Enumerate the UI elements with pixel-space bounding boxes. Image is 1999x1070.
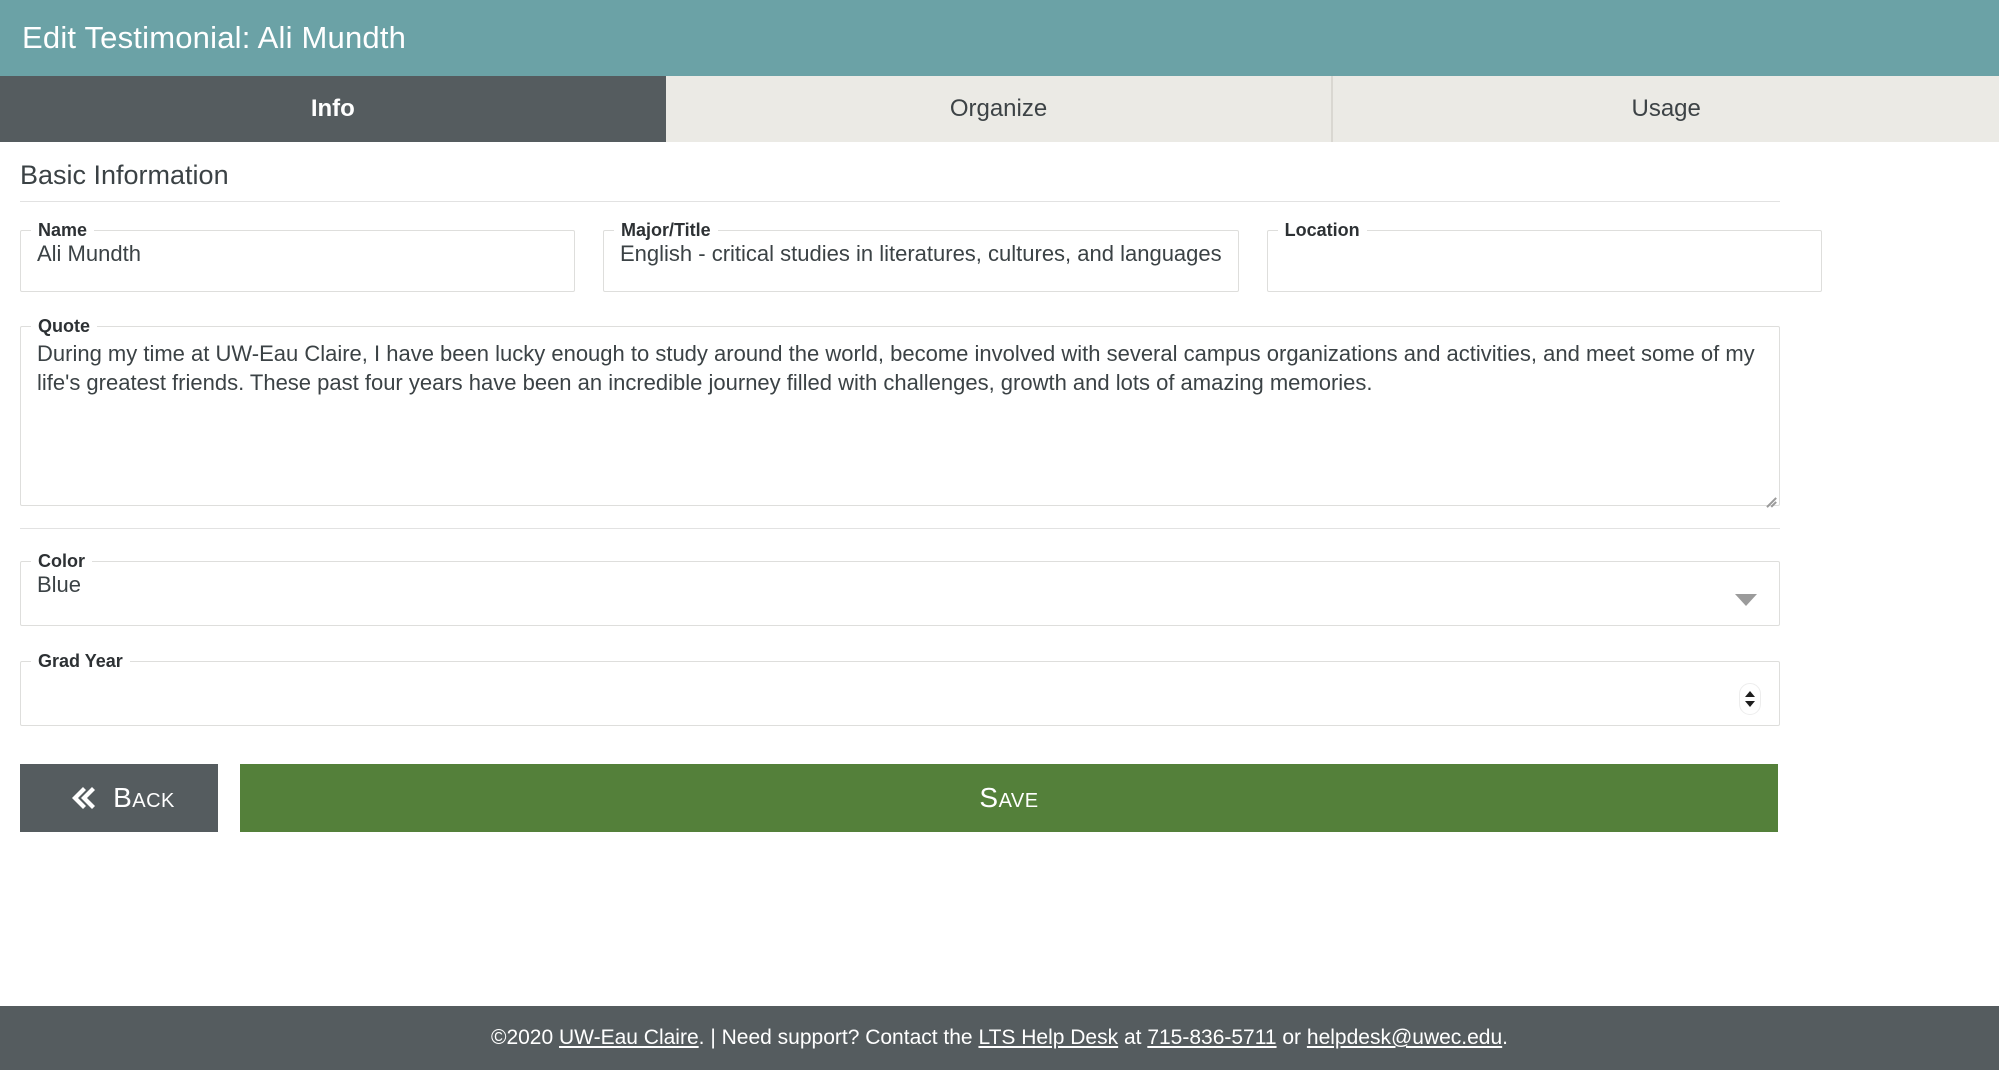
location-field-value — [1268, 241, 1821, 255]
section-divider-top — [20, 201, 1780, 202]
tab-usage[interactable]: Usage — [1333, 76, 1999, 142]
back-button[interactable]: Back — [20, 764, 218, 832]
footer-link-lts-help-desk[interactable]: LTS Help Desk — [978, 1026, 1118, 1049]
section-divider-mid — [20, 528, 1780, 529]
footer-at: at — [1118, 1026, 1148, 1049]
footer-copyright: ©2020 — [490, 1026, 559, 1049]
footer-text: ©2020 UW-Eau Claire. | Need support? Con… — [491, 1026, 1508, 1050]
footer-link-uwec[interactable]: UW-Eau Claire — [559, 1026, 699, 1049]
app-root: Edit Testimonial: Ali Mundth Info Organi… — [0, 0, 1999, 1070]
form-content: Basic Information Name Ali Mundth Major/… — [0, 142, 1999, 1070]
tab-info-label: Info — [310, 95, 355, 122]
name-field-value: Ali Mundth — [37, 241, 141, 266]
major-title-field-label: Major/Title — [621, 220, 711, 240]
quote-field[interactable]: Quote During my time at UW-Eau Claire, I… — [20, 316, 1780, 507]
quote-field-value: During my time at UW-Eau Claire, I have … — [37, 341, 1755, 396]
stepper-up-icon[interactable] — [1745, 690, 1755, 697]
tab-bar: Info Organize Usage — [0, 76, 1999, 142]
footer-link-email[interactable]: helpdesk@uwec.edu — [1307, 1026, 1502, 1049]
footer-link-phone[interactable]: 715-836-5711 — [1147, 1026, 1276, 1049]
field-row-primary: Name Ali Mundth Major/Title English - cr… — [20, 220, 1979, 292]
page-footer: ©2020 UW-Eau Claire. | Need support? Con… — [0, 1006, 1999, 1070]
grad-year-field[interactable]: Grad Year — [20, 651, 1780, 726]
save-button-label: Save — [979, 782, 1039, 813]
color-select[interactable]: Color Blue — [20, 551, 1780, 626]
footer-period: . — [1502, 1026, 1509, 1049]
resize-handle-icon[interactable] — [1760, 486, 1777, 507]
color-select-label: Color — [38, 551, 85, 571]
location-field[interactable]: Location — [1266, 220, 1822, 292]
tab-organize-label: Organize — [949, 95, 1048, 122]
tab-organize[interactable]: Organize — [665, 76, 1334, 142]
double-chevron-left-icon — [63, 781, 97, 815]
name-field-label: Name — [38, 220, 88, 240]
location-field-label: Location — [1284, 220, 1360, 240]
footer-or: or — [1276, 1026, 1307, 1049]
quote-field-label: Quote — [38, 316, 90, 336]
grad-year-field-label: Grad Year — [38, 651, 123, 671]
chevron-down-icon[interactable] — [1735, 593, 1757, 606]
save-button[interactable]: Save — [240, 764, 1778, 832]
color-select-value: Blue — [37, 572, 82, 597]
page-header: Edit Testimonial: Ali Mundth — [0, 0, 1999, 76]
footer-separator: . | Need support? Contact the — [698, 1026, 979, 1049]
page-title: Edit Testimonial: Ali Mundth — [22, 20, 407, 55]
stepper-down-icon[interactable] — [1745, 700, 1755, 707]
back-button-label: Back — [113, 782, 175, 813]
action-buttons: Back Save — [20, 764, 1979, 832]
number-stepper-icon[interactable] — [1739, 682, 1761, 715]
grad-year-field-value — [21, 672, 1779, 686]
tab-usage-label: Usage — [1631, 95, 1701, 122]
major-title-field-value: English - critical studies in literature… — [620, 241, 1222, 266]
tab-info[interactable]: Info — [0, 76, 666, 142]
section-title-basic-information: Basic Information — [20, 160, 229, 190]
major-title-field[interactable]: Major/Title English - critical studies i… — [603, 220, 1239, 292]
name-field[interactable]: Name Ali Mundth — [20, 220, 575, 292]
